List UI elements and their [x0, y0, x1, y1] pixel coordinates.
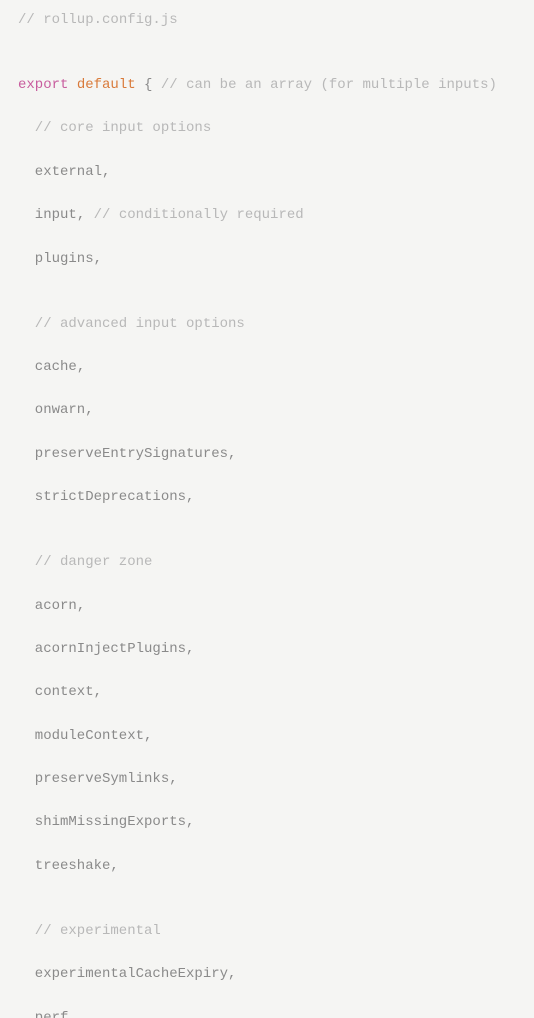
config-option: acorn: [35, 598, 77, 614]
code-content: // rollup.config.js export default { // …: [18, 10, 516, 1018]
group-comment: // experimental: [35, 923, 161, 939]
config-option: plugins: [35, 251, 94, 267]
config-option: shimMissingExports: [35, 814, 186, 830]
config-option: cache: [35, 359, 77, 375]
comma: ,: [68, 1010, 76, 1018]
comma: ,: [94, 684, 102, 700]
comma: ,: [85, 402, 93, 418]
inline-comment: // can be an array (for multiple inputs): [161, 77, 497, 93]
group-comment: // advanced input options: [35, 316, 245, 332]
config-option: experimentalCacheExpiry: [35, 966, 228, 982]
code-block: // rollup.config.js export default { // …: [18, 10, 516, 1018]
config-option: preserveSymlinks: [35, 771, 169, 787]
group-comment: // core input options: [35, 120, 211, 136]
comma: ,: [169, 771, 177, 787]
comma: ,: [144, 728, 152, 744]
trailing-comment: // conditionally required: [94, 207, 304, 223]
brace-open: {: [144, 77, 152, 93]
keyword-default: default: [77, 77, 136, 93]
file-comment: // rollup.config.js: [18, 12, 178, 28]
comma: ,: [110, 858, 118, 874]
config-option: input: [35, 207, 77, 223]
comma: ,: [186, 641, 194, 657]
config-option: acornInjectPlugins: [35, 641, 186, 657]
config-option: external: [35, 164, 102, 180]
config-option: context: [35, 684, 94, 700]
comma: ,: [186, 814, 194, 830]
comma: ,: [77, 207, 85, 223]
config-option: moduleContext: [35, 728, 144, 744]
comma: ,: [228, 446, 236, 462]
config-option: treeshake: [35, 858, 111, 874]
config-option: perf: [35, 1010, 69, 1018]
config-option: onwarn: [35, 402, 85, 418]
comma: ,: [228, 966, 236, 982]
comma: ,: [77, 359, 85, 375]
comma: ,: [186, 489, 194, 505]
config-option: strictDeprecations: [35, 489, 186, 505]
keyword-export: export: [18, 77, 68, 93]
group-comment: // danger zone: [35, 554, 153, 570]
comma: ,: [102, 164, 110, 180]
comma: ,: [77, 598, 85, 614]
config-option: preserveEntrySignatures: [35, 446, 228, 462]
comma: ,: [94, 251, 102, 267]
